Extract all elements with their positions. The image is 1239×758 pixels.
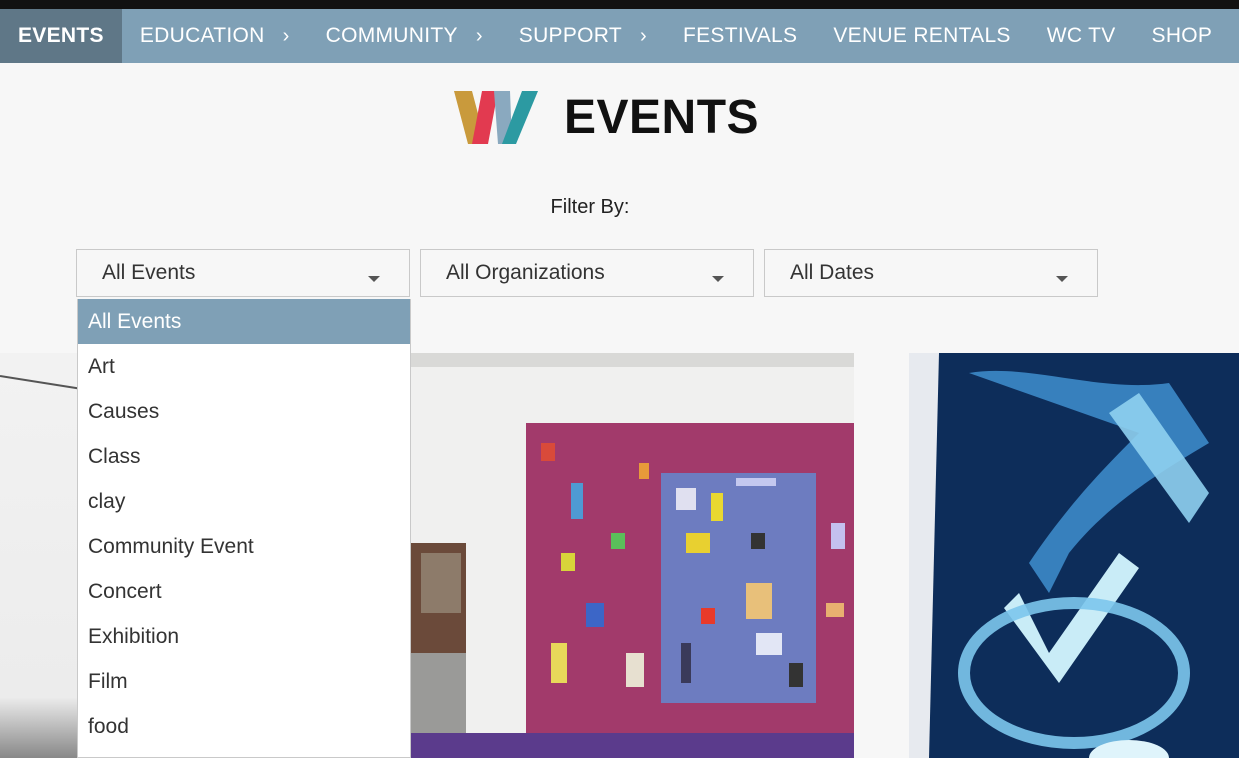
nav-label: FESTIVALS — [682, 24, 798, 47]
chevron-right-icon: › — [640, 24, 647, 47]
chevron-right-icon: › — [282, 24, 290, 47]
organizations-select[interactable]: All Organizations — [420, 249, 754, 297]
select-value: All Events — [102, 261, 196, 284]
nav-item-festivals[interactable]: FESTIVALS — [665, 9, 815, 63]
chevron-right-icon: › — [475, 24, 483, 47]
dropdown-option-clay[interactable]: clay — [78, 479, 410, 524]
nav-item-shop[interactable]: SHOP — [1134, 9, 1231, 63]
dropdown-option-community-event[interactable]: Community Event — [78, 524, 410, 569]
nav-label: EVENTS — [18, 24, 104, 47]
dates-select[interactable]: All Dates — [764, 249, 1098, 297]
dropdown-option-art[interactable]: Art — [78, 344, 410, 389]
event-image-gallery[interactable] — [411, 353, 854, 758]
event-image-cyanotype[interactable] — [909, 353, 1239, 758]
dropdown-option-class[interactable]: Class — [78, 434, 410, 479]
main-nav: EVENTS EDUCATION › COMMUNITY › SUPPORT › FE… — [0, 9, 1239, 63]
caret-down-icon — [1056, 276, 1068, 282]
nav-item-support[interactable]: SUPPORT › — [501, 9, 665, 63]
nav-item-events[interactable]: EVENTS — [0, 9, 122, 63]
nav-label: EDUCATION — [139, 24, 265, 47]
nav-label: VENUE RENTALS — [833, 24, 1011, 47]
nav-item-education[interactable]: EDUCATION › — [122, 9, 308, 63]
event-image-left[interactable] — [0, 353, 80, 758]
nav-item-wc-tv[interactable]: WC TV — [1029, 9, 1134, 63]
select-value: All Dates — [790, 261, 875, 284]
gallery-artwork-image — [411, 353, 854, 758]
events-dropdown-list: All Events Art Causes Class clay Communi… — [77, 299, 411, 758]
nav-label: SUPPORT — [518, 24, 623, 47]
dropdown-option-causes[interactable]: Causes — [78, 389, 410, 434]
filter-label: Filter By: — [550, 196, 630, 218]
caret-down-icon — [368, 276, 380, 282]
events-select[interactable]: All Events — [76, 249, 410, 297]
nav-label: SHOP — [1151, 24, 1213, 47]
page-title: EVENTS — [564, 90, 760, 144]
nav-label: COMMUNITY — [325, 24, 458, 47]
dropdown-option-exhibition[interactable]: Exhibition — [78, 614, 410, 659]
cyanotype-artwork-image — [909, 353, 1239, 758]
nav-item-venue-rentals[interactable]: VENUE RENTALS — [815, 9, 1028, 63]
nav-label: WC TV — [1046, 24, 1116, 47]
dropdown-option-concert[interactable]: Concert — [78, 569, 410, 614]
select-value: All Organizations — [446, 261, 605, 284]
top-strip — [0, 0, 1239, 9]
page-header: EVENTS — [454, 88, 759, 146]
dropdown-option-food[interactable]: food — [78, 704, 410, 749]
caret-down-icon — [712, 276, 724, 282]
dropdown-option-all-events[interactable]: All Events — [78, 299, 410, 344]
dropdown-option-film[interactable]: Film — [78, 659, 410, 704]
nav-item-community[interactable]: COMMUNITY › — [308, 9, 501, 63]
wc-logo-icon — [454, 91, 538, 144]
